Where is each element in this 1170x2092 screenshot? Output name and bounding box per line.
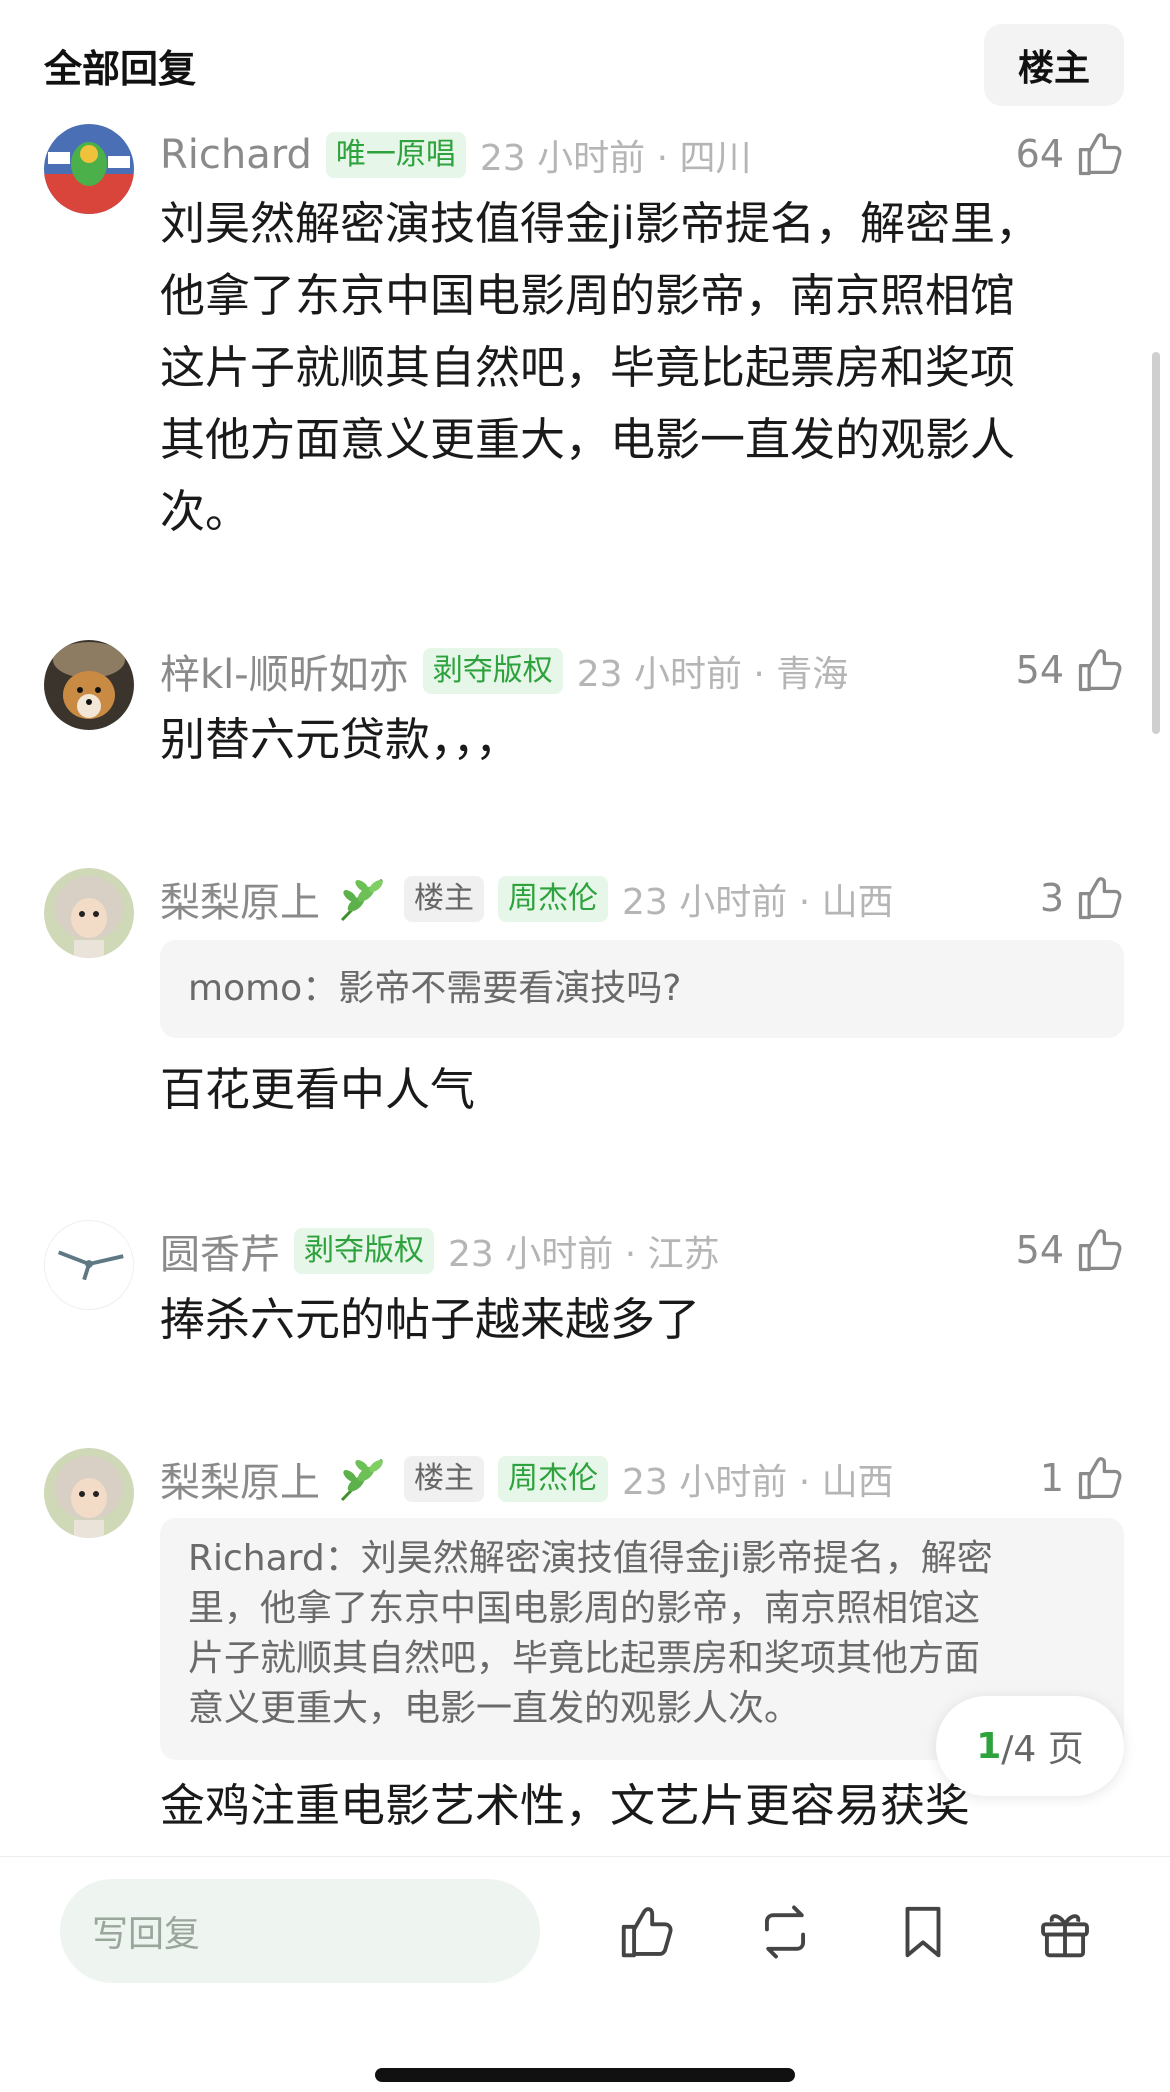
like-count: 54 [1015, 1228, 1064, 1272]
timestamp-location: 23 小时前 · 山西 [622, 882, 894, 923]
like-count: 54 [1015, 648, 1064, 692]
header: 全部回复 楼主 [0, 0, 1170, 120]
user-badge: 唯一原唱 [325, 132, 466, 178]
user-badge: 剥夺版权 [294, 1228, 434, 1274]
like-button[interactable]: 3 [1040, 872, 1126, 924]
page-title: 全部回复 [44, 47, 197, 91]
scrollbar[interactable] [1152, 352, 1160, 734]
avatar[interactable] [44, 124, 134, 214]
home-indicator [375, 2068, 795, 2082]
username[interactable]: Richard [160, 132, 312, 178]
page-indicator[interactable]: 1 /4 页 [936, 1696, 1124, 1796]
like-count: 3 [1039, 876, 1064, 920]
comment-text: 百花更看中人气 [160, 1063, 476, 1116]
like-button[interactable]: 54 [1016, 1224, 1126, 1276]
avatar[interactable] [44, 1448, 134, 1538]
thumbs-up-icon[interactable] [616, 1901, 678, 1963]
thumbs-up-icon [1078, 133, 1122, 176]
user-badge: 剥夺版权 [422, 648, 563, 694]
thumbs-up-icon [1078, 877, 1122, 920]
timestamp-location: 23 小时前 · 青海 [576, 654, 849, 695]
avatar[interactable] [44, 640, 134, 730]
comment-meta: 圆香芹 剥夺版权 23 小时前 · 江苏 [160, 1226, 720, 1278]
comment-text: 刘昊然解密演技值得金ji影帝提名，解密里， 他拿了东京中国电影周的影帝，南京照相… [160, 197, 1041, 538]
like-count: 64 [1015, 132, 1064, 176]
user-badge: 周杰伦 [498, 876, 608, 922]
username[interactable]: 梨梨原上 [160, 870, 320, 928]
username[interactable]: 梨梨原上 [160, 1450, 320, 1508]
timestamp-location: 23 小时前 · 四川 [479, 138, 752, 179]
thumbs-up-icon [1078, 649, 1122, 692]
current-page: 1 [976, 1725, 1002, 1767]
comment-meta: Richard 唯一原唱 23 小时前 · 四川 [160, 130, 752, 180]
avatar[interactable] [44, 868, 134, 958]
timestamp-location: 23 小时前 · 江苏 [448, 1234, 720, 1275]
bottom-action-bar: 写回复 [0, 1856, 1170, 2092]
bookmark-icon[interactable] [892, 1901, 954, 1963]
total-pages: /4 页 [1001, 1729, 1084, 1770]
like-button[interactable]: 1 [1040, 1452, 1126, 1504]
gift-icon[interactable] [1034, 1901, 1096, 1963]
timestamp-location: 23 小时前 · 山西 [622, 1462, 894, 1503]
comment-meta: 梨梨原上 楼主 周杰伦 23 小时前 · 山西 [160, 1454, 894, 1506]
username[interactable]: 梓kl-顺昕如亦 [160, 642, 409, 700]
comment-meta: 梨梨原上 楼主 周杰伦 23 小时前 · 山西 [160, 874, 894, 926]
like-count: 1 [1039, 1456, 1064, 1500]
op-badge: 楼主 [404, 876, 484, 922]
quoted-reply[interactable]: momo：影帝不需要看演技吗? [160, 940, 1124, 1038]
thumbs-up-icon [1078, 1229, 1122, 1272]
like-button[interactable]: 64 [1016, 128, 1126, 180]
comment-text: 捧杀六元的帖子越来越多了 [160, 1293, 701, 1346]
thumbs-up-icon [1078, 1457, 1122, 1500]
op-filter-button[interactable]: 楼主 [984, 24, 1124, 106]
comment-meta: 梓kl-顺昕如亦 剥夺版权 23 小时前 · 青海 [160, 646, 849, 698]
username[interactable]: 圆香芹 [160, 1222, 280, 1280]
repost-icon[interactable] [754, 1901, 816, 1963]
comment-text: 别替六元贷款，，， [160, 713, 521, 766]
reply-input[interactable]: 写回复 [60, 1879, 540, 1983]
leaf-badge-icon [340, 878, 383, 922]
user-badge: 周杰伦 [498, 1456, 608, 1502]
like-button[interactable]: 54 [1016, 644, 1126, 696]
leaf-badge-icon [340, 1458, 383, 1502]
avatar[interactable] [44, 1220, 134, 1310]
op-badge: 楼主 [404, 1456, 484, 1502]
